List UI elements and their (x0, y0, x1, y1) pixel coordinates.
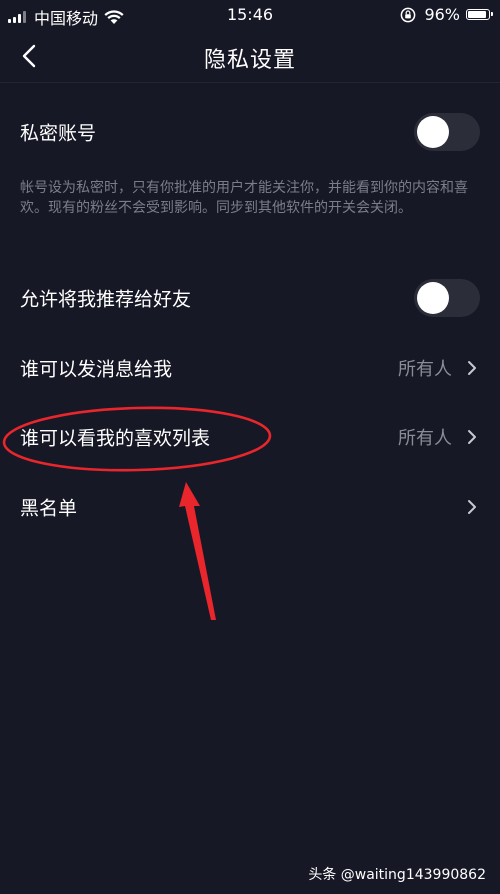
blacklist-label: 黑名单 (20, 497, 78, 520)
toggle-knob (417, 282, 449, 314)
nav-divider (0, 82, 500, 83)
who-can-see-likes-label: 谁可以看我的喜欢列表 (20, 427, 211, 450)
battery-fill (468, 11, 486, 18)
status-bar: 中国移动 15:46 96% (0, 0, 500, 30)
status-right: 96% (400, 5, 493, 24)
who-can-see-likes-value: 所有人 (398, 428, 452, 449)
rotation-lock-icon (401, 7, 416, 22)
row-who-can-message[interactable]: 谁可以发消息给我 所有人 (0, 336, 500, 400)
chevron-right-icon (468, 430, 476, 444)
private-account-label: 私密账号 (20, 122, 97, 145)
row-who-can-see-likes[interactable]: 谁可以看我的喜欢列表 所有人 (0, 405, 500, 469)
page-title: 隐私设置 (203, 48, 296, 73)
recommend-friends-label: 允许将我推荐给好友 (20, 288, 192, 311)
battery-icon (466, 9, 493, 20)
battery-percent: 96% (424, 5, 460, 24)
watermark: 头条 @waiting143990862 (308, 867, 486, 883)
recommend-friends-toggle[interactable] (414, 279, 480, 317)
row-blacklist[interactable]: 黑名单 (0, 475, 500, 539)
private-account-description: 帐号设为私密时，只有你批准的用户才能关注你，并能看到你的内容和喜欢。现有的粉丝不… (20, 180, 468, 216)
chevron-right-icon (468, 500, 476, 514)
row-recommend-friends: 允许将我推荐给好友 (0, 266, 500, 330)
row-private-account: 私密账号 (0, 100, 500, 164)
nav-bar: 隐私设置 (0, 30, 500, 83)
who-can-message-label: 谁可以发消息给我 (20, 358, 173, 381)
toggle-knob (417, 116, 449, 148)
who-can-message-value: 所有人 (398, 359, 452, 380)
private-account-toggle[interactable] (414, 113, 480, 151)
chevron-right-icon (468, 361, 476, 375)
